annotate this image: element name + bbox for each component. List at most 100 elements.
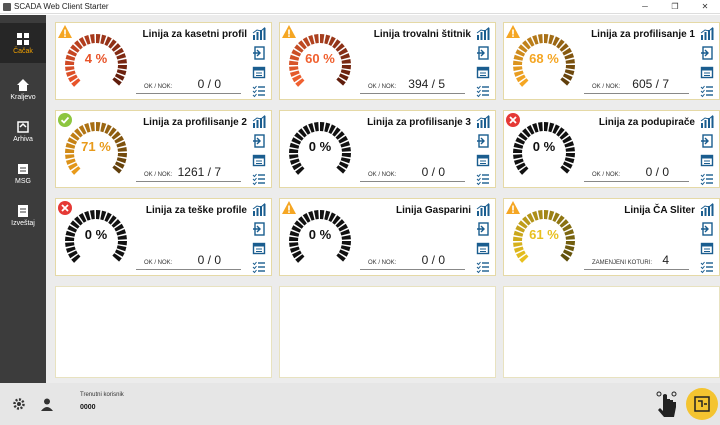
chart-icon[interactable] <box>700 115 714 129</box>
minimize-button[interactable]: ─ <box>630 2 660 11</box>
login-icon[interactable] <box>252 46 266 60</box>
calendar-icon[interactable] <box>700 241 714 255</box>
empty-card-slot <box>279 286 496 378</box>
counter-value: 605 / 7 <box>632 77 669 91</box>
calendar-icon[interactable] <box>476 241 490 255</box>
calendar-icon[interactable] <box>252 65 266 79</box>
counter-separator: / <box>652 77 663 91</box>
archive-icon <box>17 120 29 133</box>
report-icon <box>18 204 28 217</box>
nav-item-msg[interactable]: MSG <box>0 153 46 193</box>
ok-count: 1261 <box>177 165 205 179</box>
login-icon[interactable] <box>700 46 714 60</box>
checklist-icon[interactable] <box>700 260 714 274</box>
nav-label: Čačak <box>13 47 33 55</box>
gauge-percent: 60 % <box>305 51 335 66</box>
counter-underline <box>360 93 465 94</box>
calendar-icon[interactable] <box>476 65 490 79</box>
checklist-icon[interactable] <box>476 260 490 274</box>
counter-separator: / <box>428 253 439 267</box>
counter-separator: / <box>428 165 439 179</box>
chart-icon[interactable] <box>476 115 490 129</box>
gauge-segment <box>89 34 95 44</box>
warning-icon <box>506 25 520 38</box>
login-icon[interactable] <box>700 222 714 236</box>
line-card[interactable]: 68 % Linija za profilisanje 1 OK / NOK: 605… <box>503 22 720 100</box>
chart-icon[interactable] <box>252 27 266 41</box>
checklist-icon[interactable] <box>252 260 266 274</box>
nav-item-cacak[interactable]: Čačak <box>0 23 46 63</box>
line-title: Linija za profilisanje 3 <box>367 117 471 128</box>
nok-count: 0 <box>662 165 669 179</box>
restore-button[interactable]: ❐ <box>660 2 690 11</box>
login-icon[interactable] <box>476 46 490 60</box>
counter-label: OK / NOK: <box>592 84 621 90</box>
checklist-icon[interactable] <box>700 84 714 98</box>
chart-icon[interactable] <box>252 203 266 217</box>
login-icon[interactable] <box>476 134 490 148</box>
counter-label: OK / NOK: <box>144 172 173 178</box>
nav-item-arhiva[interactable]: Arhiva <box>0 111 46 151</box>
chart-icon[interactable] <box>700 203 714 217</box>
checklist-icon[interactable] <box>476 84 490 98</box>
counter-label: OK / NOK: <box>368 172 397 178</box>
counter-underline <box>584 93 689 94</box>
login-icon[interactable] <box>700 134 714 148</box>
app-logo-button[interactable] <box>686 388 718 420</box>
user-icon[interactable] <box>40 397 54 411</box>
line-card[interactable]: 0 % Linija za teške profile OK / NOK: 0 / 0 <box>55 198 272 276</box>
chart-icon[interactable] <box>252 115 266 129</box>
nok-count: 0 <box>214 253 221 267</box>
login-icon[interactable] <box>252 134 266 148</box>
nav-item-izvestaj[interactable]: Izveštaj <box>0 195 46 235</box>
line-card[interactable]: 61 % Linija ČA Sliter ZAMENJENI KOTURI: 4 <box>503 198 720 276</box>
counter-value: 1261 / 7 <box>178 165 221 179</box>
checklist-icon[interactable] <box>252 172 266 186</box>
nav-item-kraljevo[interactable]: Kraljevo <box>0 69 46 109</box>
nok-count: 5 <box>438 77 445 91</box>
gauge-segment <box>513 66 523 72</box>
gauge-segment <box>320 210 325 220</box>
ok-count: 394 <box>408 77 429 91</box>
counter-separator: / <box>204 77 215 91</box>
touch-hand-icon[interactable] <box>654 389 680 419</box>
chart-icon[interactable] <box>476 203 490 217</box>
gauge-segment <box>513 154 523 160</box>
line-card[interactable]: 0 % Linija Gasparini OK / NOK: 0 / 0 <box>279 198 496 276</box>
nok-count: 0 <box>214 77 221 91</box>
checklist-icon[interactable] <box>700 172 714 186</box>
calendar-icon[interactable] <box>476 153 490 167</box>
calendar-icon[interactable] <box>252 241 266 255</box>
gauge-percent: 4 % <box>84 51 108 66</box>
login-icon[interactable] <box>252 222 266 236</box>
counter-separator: / <box>204 165 215 179</box>
line-card[interactable]: 60 % Linija trovalni štitnik OK / NOK: 394 … <box>279 22 496 100</box>
counter-value: 0 / 0 <box>198 253 221 267</box>
close-button[interactable]: ✕ <box>690 2 720 11</box>
calendar-icon[interactable] <box>700 65 714 79</box>
home-icon <box>17 78 29 91</box>
gauge-percent: 68 % <box>529 51 559 66</box>
gauge-segment <box>289 154 299 160</box>
warning-icon <box>506 201 520 214</box>
warning-icon <box>58 25 72 38</box>
chart-icon[interactable] <box>476 27 490 41</box>
calendar-icon[interactable] <box>252 153 266 167</box>
counter-underline <box>360 269 465 270</box>
line-card[interactable]: 71 % Linija za profilisanje 2 OK / NOK: 126… <box>55 110 272 188</box>
gear-icon[interactable] <box>12 397 26 411</box>
line-card[interactable]: 4 % Linija za kasetni profil OK / NOK: 0 / … <box>55 22 272 100</box>
card-actions <box>700 27 716 103</box>
checklist-icon[interactable] <box>476 172 490 186</box>
line-card[interactable]: 0 % Linija za profilisanje 3 OK / NOK: 0 / … <box>279 110 496 188</box>
counter-value: 0 / 0 <box>198 77 221 91</box>
checklist-icon[interactable] <box>252 84 266 98</box>
line-title: Linija trovalni štitnik <box>373 29 471 40</box>
login-icon[interactable] <box>476 222 490 236</box>
counter-value: 0 / 0 <box>646 165 669 179</box>
chart-icon[interactable] <box>700 27 714 41</box>
gauge-segment <box>544 122 549 132</box>
calendar-icon[interactable] <box>700 153 714 167</box>
line-card[interactable]: 0 % Linija za podupirače OK / NOK: 0 / 0 <box>503 110 720 188</box>
gauge-percent: 0 % <box>308 227 332 242</box>
